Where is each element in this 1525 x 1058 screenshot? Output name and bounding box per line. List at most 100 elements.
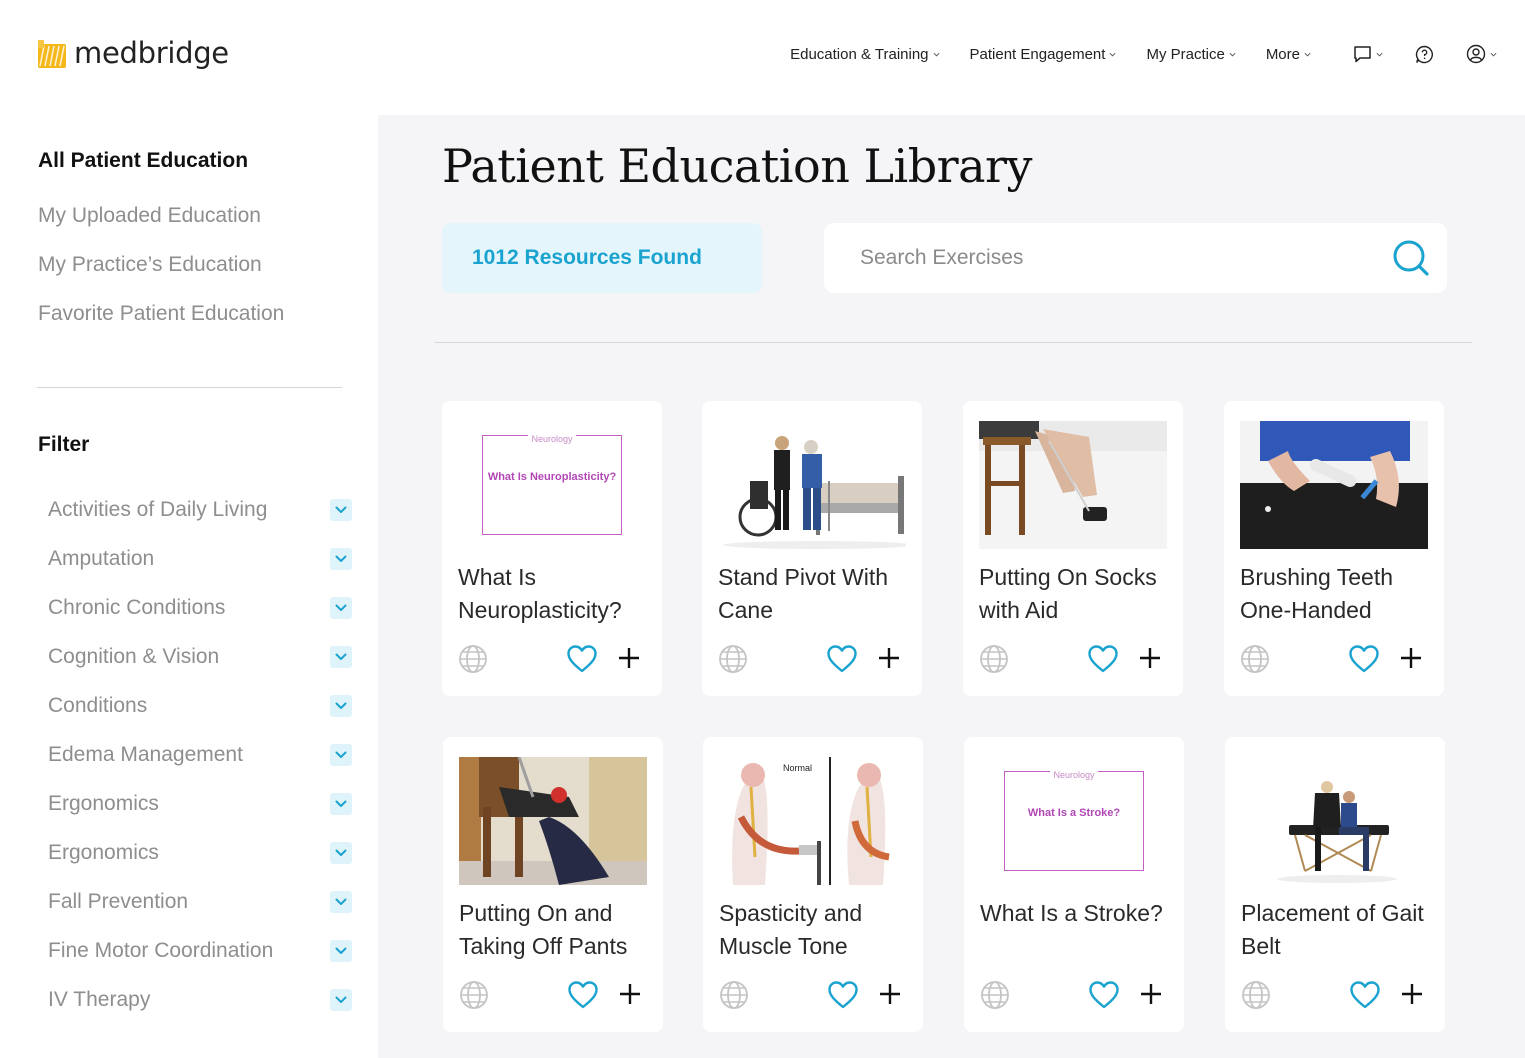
- add-icon[interactable]: [878, 982, 902, 1006]
- filter-item[interactable]: IV Therapy: [48, 985, 352, 1015]
- resource-card[interactable]: Neurology What Is a Stroke? What Is a Stro…: [964, 737, 1184, 1032]
- chevron-down-icon: [933, 52, 939, 56]
- favorite-heart-icon[interactable]: [1349, 980, 1381, 1010]
- results-count-box: 1012 Resources Found: [442, 223, 762, 293]
- chevron-down-icon: [335, 555, 347, 562]
- filter-label: Edema Management: [48, 743, 243, 766]
- search-icon[interactable]: [1391, 238, 1431, 278]
- filter-expand-toggle[interactable]: [330, 646, 352, 668]
- filter-label: Ergonomics: [48, 841, 159, 864]
- resource-card[interactable]: Putting On Socks with Aid: [963, 401, 1183, 696]
- filter-expand-toggle[interactable]: [330, 989, 352, 1011]
- filter-expand-toggle[interactable]: [330, 597, 352, 619]
- resource-card[interactable]: Neurology What Is Neuroplasticity? What Is…: [442, 401, 662, 696]
- filter-item[interactable]: Cognition & Vision: [48, 642, 352, 672]
- card-title[interactable]: Spasticity and Muscle Tone: [719, 897, 919, 963]
- add-icon[interactable]: [1400, 982, 1424, 1006]
- filter-item[interactable]: Conditions: [48, 691, 352, 721]
- resource-card[interactable]: Normal Spasticity and Muscle Tone: [703, 737, 923, 1032]
- resource-card[interactable]: Putting On and Taking Off Pants: [443, 737, 663, 1032]
- filter-item[interactable]: Activities of Daily Living: [48, 495, 352, 525]
- filter-label: Ergonomics: [48, 792, 159, 815]
- filter-title: Filter: [38, 433, 90, 456]
- favorite-heart-icon[interactable]: [566, 644, 598, 674]
- filter-expand-toggle[interactable]: [330, 940, 352, 962]
- globe-icon: [981, 981, 1009, 1009]
- help-menu[interactable]: [1415, 45, 1434, 64]
- filter-expand-toggle[interactable]: [330, 891, 352, 913]
- messages-menu[interactable]: [1353, 45, 1383, 63]
- filter-item[interactable]: Amputation: [48, 544, 352, 574]
- resource-card[interactable]: Stand Pivot With Cane: [702, 401, 922, 696]
- sidebar-link-practice[interactable]: My Practice’s Education: [38, 253, 262, 277]
- add-icon[interactable]: [1138, 646, 1162, 670]
- account-menu[interactable]: [1466, 44, 1497, 64]
- filter-item[interactable]: Chronic Conditions: [48, 593, 352, 623]
- sidebar-link-uploaded[interactable]: My Uploaded Education: [38, 204, 261, 228]
- favorite-heart-icon[interactable]: [1087, 644, 1119, 674]
- add-icon[interactable]: [877, 646, 901, 670]
- nav-patient-engagement[interactable]: Patient Engagement: [970, 46, 1117, 63]
- globe-icon: [980, 645, 1008, 673]
- card-thumbnail[interactable]: [979, 421, 1167, 549]
- help-icon: [1415, 45, 1433, 63]
- chevron-down-icon: [335, 506, 347, 513]
- filter-item[interactable]: Fine Motor Coordination: [48, 936, 352, 966]
- filter-item[interactable]: Edema Management: [48, 740, 352, 770]
- add-icon[interactable]: [618, 982, 642, 1006]
- medbridge-logo[interactable]: medbridge: [38, 36, 229, 70]
- chevron-down-icon: [335, 604, 347, 611]
- card-thumbnail[interactable]: Normal: [719, 757, 907, 885]
- filter-expand-toggle[interactable]: [330, 499, 352, 521]
- chevron-down-icon: [335, 800, 347, 807]
- card-title[interactable]: Brushing Teeth One-Handed: [1240, 561, 1440, 627]
- globe-icon: [1241, 645, 1269, 673]
- add-icon[interactable]: [1139, 982, 1163, 1006]
- filter-expand-toggle[interactable]: [330, 842, 352, 864]
- filter-label: Activities of Daily Living: [48, 498, 268, 521]
- filter-expand-toggle[interactable]: [330, 548, 352, 570]
- filter-item[interactable]: Ergonomics: [48, 789, 352, 819]
- nav-education-training[interactable]: Education & Training: [790, 46, 939, 63]
- add-icon[interactable]: [617, 646, 641, 670]
- filter-item[interactable]: Ergonomics: [48, 838, 352, 868]
- resource-card[interactable]: Placement of Gait Belt: [1225, 737, 1445, 1032]
- slide-thumbnail: Neurology What Is Neuroplasticity?: [458, 421, 646, 549]
- card-title[interactable]: What Is a Stroke?: [980, 897, 1180, 930]
- top-header: medbridge Education & Training Patient E…: [0, 0, 1525, 110]
- chevron-down-icon: [335, 996, 347, 1003]
- search-input[interactable]: [860, 246, 1340, 270]
- favorite-heart-icon[interactable]: [1348, 644, 1380, 674]
- main-nav: Education & Training Patient Engagement …: [760, 44, 1497, 64]
- favorite-heart-icon[interactable]: [1088, 980, 1120, 1010]
- filter-item[interactable]: Fall Prevention: [48, 887, 352, 917]
- sidebar-title[interactable]: All Patient Education: [38, 149, 248, 173]
- card-thumbnail[interactable]: [718, 421, 906, 549]
- globe-icon: [459, 645, 487, 673]
- results-count: 1012 Resources Found: [472, 246, 702, 269]
- chat-icon: [1354, 46, 1371, 63]
- nav-my-practice[interactable]: My Practice: [1146, 46, 1236, 63]
- card-thumbnail[interactable]: [459, 757, 647, 885]
- card-title[interactable]: Stand Pivot With Cane: [718, 561, 918, 627]
- nav-more[interactable]: More: [1266, 46, 1311, 63]
- resource-card[interactable]: Brushing Teeth One-Handed: [1224, 401, 1444, 696]
- card-title[interactable]: Putting On Socks with Aid: [979, 561, 1179, 627]
- card-title[interactable]: Putting On and Taking Off Pants: [459, 897, 659, 963]
- sidebar-link-favorites[interactable]: Favorite Patient Education: [38, 302, 284, 326]
- favorite-heart-icon[interactable]: [826, 644, 858, 674]
- card-thumbnail[interactable]: Neurology What Is a Stroke?: [980, 757, 1168, 885]
- card-thumbnail[interactable]: Neurology What Is Neuroplasticity?: [458, 421, 646, 549]
- favorite-heart-icon[interactable]: [827, 980, 859, 1010]
- filter-expand-toggle[interactable]: [330, 695, 352, 717]
- favorite-heart-icon[interactable]: [567, 980, 599, 1010]
- filter-expand-toggle[interactable]: [330, 744, 352, 766]
- card-thumbnail[interactable]: [1240, 421, 1428, 549]
- illustration-label: Normal: [783, 763, 812, 773]
- card-title[interactable]: Placement of Gait Belt: [1241, 897, 1441, 963]
- brand-name: medbridge: [74, 36, 229, 70]
- filter-expand-toggle[interactable]: [330, 793, 352, 815]
- card-title[interactable]: What Is Neuroplasticity?: [458, 561, 658, 627]
- add-icon[interactable]: [1399, 646, 1423, 670]
- card-thumbnail[interactable]: [1241, 757, 1429, 885]
